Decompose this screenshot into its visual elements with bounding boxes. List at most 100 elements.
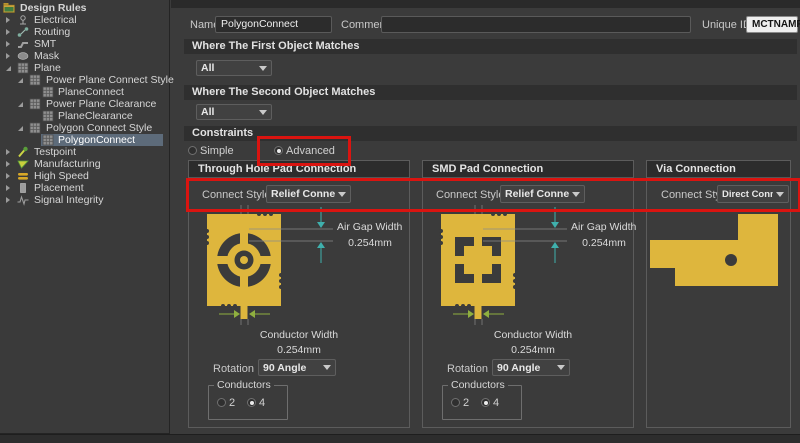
connect-style-label: Connect Style <box>436 188 504 202</box>
smd-pad-preview <box>431 203 577 330</box>
tree-expand-arrow-icon[interactable] <box>6 149 10 155</box>
first-object-scope-dropdown[interactable]: All <box>196 60 272 76</box>
tree-expand-arrow-icon[interactable] <box>6 53 10 59</box>
tree-item-smt[interactable]: SMT <box>0 38 169 50</box>
second-object-scope-dropdown[interactable]: All <box>196 104 272 120</box>
conductor-width-label: Conductor Width <box>475 329 591 341</box>
conductors-radio-2[interactable] <box>217 398 226 407</box>
tree-expand-arrow-icon[interactable] <box>6 197 10 203</box>
rule-grid-icon <box>42 86 54 98</box>
unique-id-label: Unique ID <box>702 18 751 32</box>
rotation-value: 90 Angle <box>497 362 554 374</box>
conductors-radio-4-label: 4 <box>493 396 499 410</box>
conductors-radio-2-label: 2 <box>463 396 469 410</box>
tree-expand-arrow-icon[interactable] <box>6 185 10 191</box>
tree-expand-arrow-icon[interactable] <box>18 126 23 131</box>
mode-radio-advanced[interactable] <box>274 146 283 155</box>
tht-pad-preview <box>197 203 343 330</box>
conductor-width-value: 0.254mm <box>475 344 591 356</box>
connect-style-dropdown[interactable]: Relief Connect <box>266 185 351 203</box>
conductors-radio-4-label: 4 <box>259 396 265 410</box>
rotation-dropdown[interactable]: 90 Angle <box>492 359 570 376</box>
mask-icon <box>17 50 29 62</box>
tree-expand-arrow-icon[interactable] <box>6 173 10 179</box>
air-gap-width-label: Air Gap Width <box>571 221 643 233</box>
tree-item-label: Signal Integrity <box>32 194 105 206</box>
tree-item-polygonconnect[interactable]: PolygonConnect <box>0 134 169 146</box>
routing-icon <box>17 26 29 38</box>
tree-item-mask[interactable]: Mask <box>0 50 169 62</box>
rotation-label: Rotation <box>213 362 254 376</box>
tree-item-power-plane-clearance[interactable]: Power Plane Clearance <box>0 98 169 110</box>
tree-item-label: Electrical <box>32 14 79 26</box>
electrical-icon <box>17 14 29 26</box>
group-box-title: Via Connection <box>647 161 790 178</box>
rotation-dropdown[interactable]: 90 Angle <box>258 359 336 376</box>
name-input[interactable]: PolygonConnect <box>215 16 332 33</box>
conductors-label: Conductors <box>214 379 274 391</box>
tree-item-power-plane-connect-style[interactable]: Power Plane Connect Style <box>0 74 169 86</box>
conductors-label: Conductors <box>448 379 508 391</box>
signal-integrity-icon <box>17 194 29 206</box>
high-speed-icon <box>17 170 29 182</box>
tree-item-plane[interactable]: Plane <box>0 62 169 74</box>
tree-item-planeclearance[interactable]: PlaneClearance <box>0 110 169 122</box>
unique-id-input[interactable]: MCTNAMFK <box>746 16 798 33</box>
tree-item-testpoint[interactable]: Testpoint <box>0 146 169 158</box>
smt-icon <box>17 38 29 50</box>
conductors-radio-4[interactable] <box>481 398 490 407</box>
rule-grid-icon <box>42 110 54 122</box>
group-box-smd-pad: SMD Pad Connection Connect StyleRelief Co… <box>422 160 634 428</box>
group-box-title: Through Hole Pad Connection <box>189 161 409 178</box>
chevron-down-icon <box>776 192 784 197</box>
tree-item-label: Testpoint <box>32 146 78 158</box>
connect-style-dropdown[interactable]: Relief Connect <box>500 185 585 203</box>
tree-expand-arrow-icon[interactable] <box>18 102 23 107</box>
comment-input[interactable] <box>381 16 691 33</box>
connect-style-value: Relief Connect <box>505 188 569 200</box>
tree-expand-arrow-icon[interactable] <box>6 29 10 35</box>
constraints-header: Constraints <box>184 126 797 141</box>
group-box-tht-pad: Through Hole Pad ConnectionConnect Style… <box>188 160 410 428</box>
second-object-matches-header: Where The Second Object Matches <box>184 85 797 100</box>
tree-item-label: High Speed <box>32 170 91 182</box>
conductors-radio-2[interactable] <box>451 398 460 407</box>
tree-item-polygon-connect-style[interactable]: Polygon Connect Style <box>0 122 169 134</box>
via-preview <box>650 206 790 299</box>
group-box-title: SMD Pad Connection <box>423 161 633 178</box>
tree-expand-arrow-icon[interactable] <box>6 66 11 71</box>
tree-item-label: Plane <box>32 62 63 74</box>
rotation-label: Rotation <box>447 362 488 376</box>
chevron-down-icon <box>323 365 331 370</box>
tree-item-high-speed[interactable]: High Speed <box>0 170 169 182</box>
tree-item-signal-integrity[interactable]: Signal Integrity <box>0 194 169 206</box>
tree-item-routing[interactable]: Routing <box>0 26 169 38</box>
tree-item-label: PlaneClearance <box>56 110 135 122</box>
manufacturing-icon <box>17 158 29 170</box>
connect-style-dropdown[interactable]: Direct Connect <box>717 185 789 203</box>
testpoint-icon <box>17 146 29 158</box>
air-gap-width-label: Air Gap Width <box>337 221 409 233</box>
conductors-radio-4[interactable] <box>247 398 256 407</box>
rule-grid-icon <box>29 98 41 110</box>
tree-expand-arrow-icon[interactable] <box>6 161 10 167</box>
tree-item-label: PlaneConnect <box>56 86 126 98</box>
mode-radio-simple[interactable] <box>188 146 197 155</box>
chevron-down-icon <box>259 66 267 71</box>
tree-item-planeconnect[interactable]: PlaneConnect <box>0 86 169 98</box>
tree-item-electrical[interactable]: Electrical <box>0 14 169 26</box>
tree-item-label: Design Rules <box>18 2 89 14</box>
tree-item-design-rules[interactable]: Design Rules <box>0 2 169 14</box>
chevron-down-icon <box>572 192 580 197</box>
tree-expand-arrow-icon[interactable] <box>6 41 10 47</box>
tree-item-placement[interactable]: Placement <box>0 182 169 194</box>
plane-icon <box>17 62 29 74</box>
bottom-strip <box>0 434 800 443</box>
conductor-width-value: 0.254mm <box>241 344 357 356</box>
rule-grid-icon <box>29 74 41 86</box>
chevron-down-icon <box>259 110 267 115</box>
tree-item-manufacturing[interactable]: Manufacturing <box>0 158 169 170</box>
tree-expand-arrow-icon[interactable] <box>18 78 23 83</box>
tree-expand-arrow-icon[interactable] <box>6 17 10 23</box>
tree-item-label: SMT <box>32 38 58 50</box>
